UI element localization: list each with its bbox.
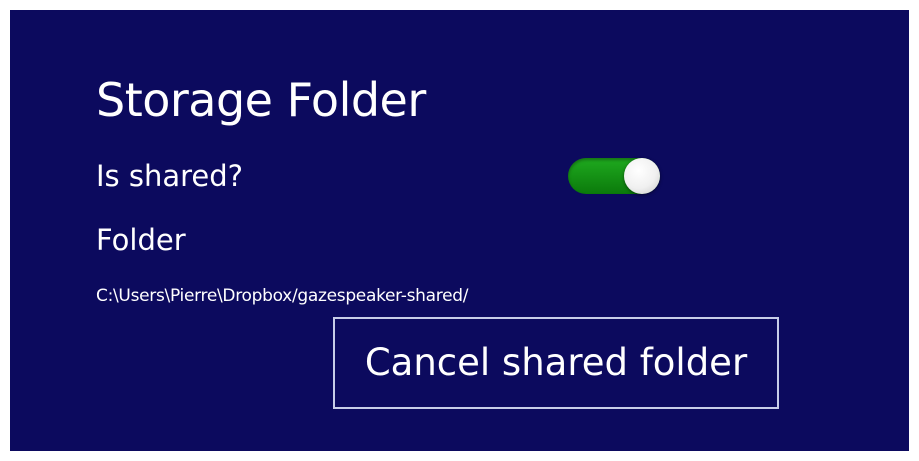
toggle-knob: [624, 158, 660, 194]
is-shared-label: Is shared?: [96, 159, 244, 193]
is-shared-toggle[interactable]: [568, 158, 660, 194]
page-title: Storage Folder: [96, 73, 426, 127]
folder-label: Folder: [96, 223, 186, 257]
storage-folder-panel: Storage Folder Is shared? Folder C:\User…: [10, 10, 909, 451]
folder-path-value: C:\Users\Pierre\Dropbox/gazespeaker-shar…: [96, 286, 469, 306]
cancel-shared-folder-button[interactable]: Cancel shared folder: [333, 317, 779, 409]
